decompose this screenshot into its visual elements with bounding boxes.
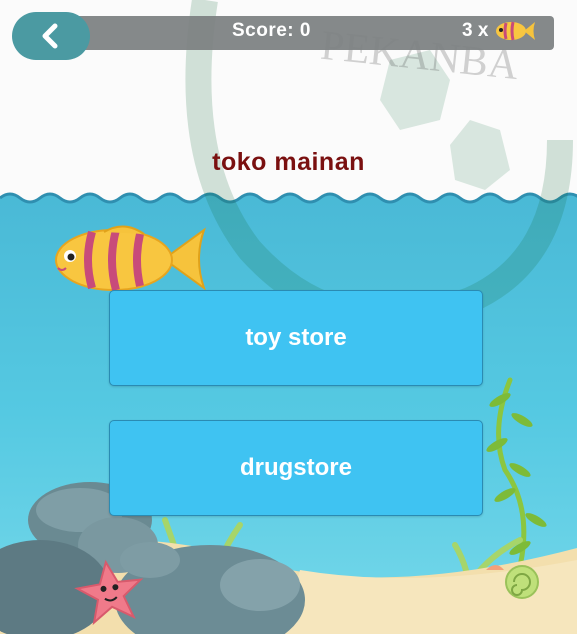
back-button[interactable]: [12, 12, 90, 60]
question-word: toko mainan: [212, 148, 365, 176]
game-screen: PEKANBA Score: 0 3 x toko mainan toy sto…: [0, 0, 577, 634]
fish-character: [55, 225, 206, 292]
fish-icon: [496, 21, 536, 41]
chevron-left-icon: [42, 23, 58, 49]
lives-counter: 3 x: [462, 20, 536, 42]
answer-button-1[interactable]: toy store: [109, 290, 483, 386]
answer-button-2[interactable]: drugstore: [109, 420, 483, 516]
lives-text: 3 x: [462, 20, 489, 41]
score-text: Score: 0: [232, 20, 311, 41]
